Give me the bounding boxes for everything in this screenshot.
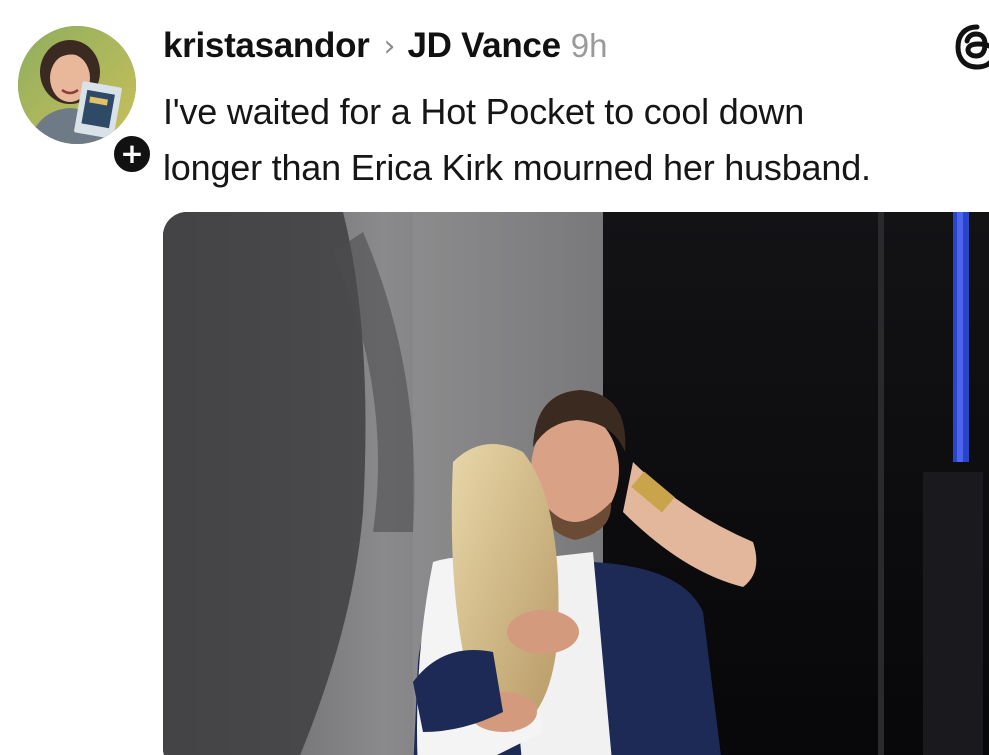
post-body: I've waited for a Hot Pocket to cool dow… [163, 84, 989, 196]
post-photo[interactable] [163, 212, 989, 755]
plus-icon: + [120, 137, 144, 170]
avatar[interactable] [18, 26, 136, 144]
follow-plus-icon[interactable]: + [110, 132, 154, 176]
post-text-line: longer than Erica Kirk mourned her husba… [163, 147, 871, 188]
post-timestamp: 9h [570, 27, 608, 64]
post-text-line: I've waited for a Hot Pocket to cool dow… [163, 91, 805, 132]
author-username[interactable]: kristasandor [163, 26, 370, 66]
post-header: kristasandor › JD Vance 9h [163, 22, 607, 70]
chevron-right-icon: › [383, 28, 396, 64]
threads-logo-icon[interactable] [952, 22, 989, 72]
reply-to-username[interactable]: JD Vance [408, 26, 562, 66]
thread-post: + kristasandor › JD Vance 9h I've waited… [0, 0, 989, 755]
author-avatar-container[interactable]: + [18, 26, 154, 176]
